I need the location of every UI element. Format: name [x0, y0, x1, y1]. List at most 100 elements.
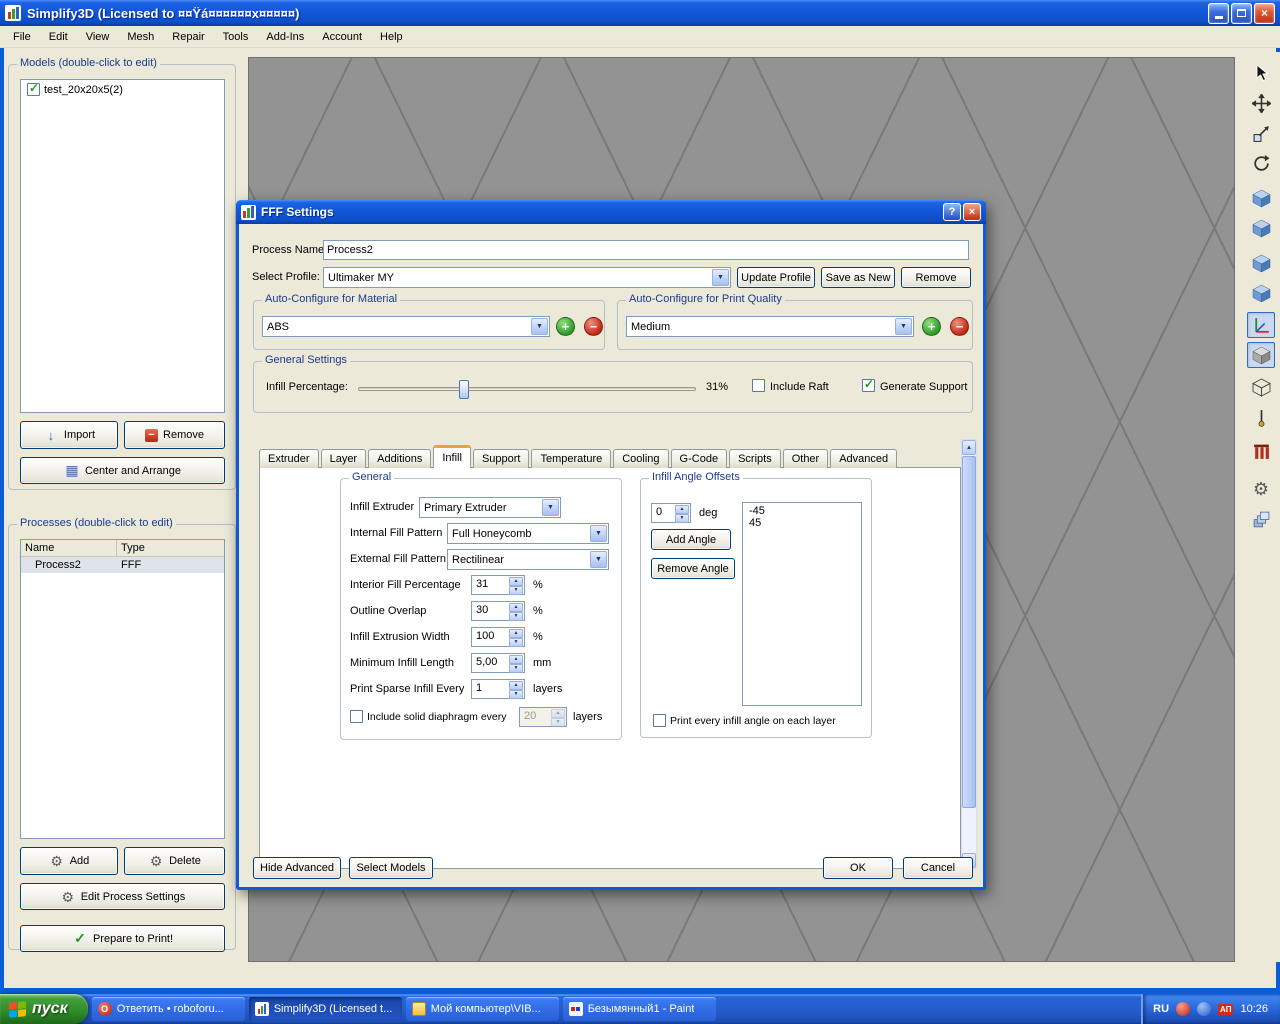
internal-fill-pattern-select[interactable]: Full Honeycomb ▼ [447, 523, 609, 544]
view-side-cube-icon[interactable] [1247, 280, 1275, 306]
rotate-icon[interactable] [1247, 150, 1275, 176]
spin-up-icon[interactable]: ▲ [675, 505, 689, 514]
prepare-to-print-button[interactable]: ✓ Prepare to Print! [20, 925, 225, 952]
process-row[interactable]: Process2 FFF [21, 557, 224, 573]
remove-material-button[interactable]: − [584, 317, 603, 336]
model-checkbox[interactable] [27, 81, 40, 96]
clock[interactable]: 10:26 [1240, 1003, 1268, 1015]
taskbar-item-simplify3d[interactable]: Simplify3D (Licensed t... [248, 997, 402, 1021]
spin-down-icon[interactable]: ▼ [509, 586, 523, 595]
tab-additions[interactable]: Additions [368, 449, 432, 468]
taskbar-item-browser[interactable]: O Ответить • roboforu... [91, 997, 245, 1021]
machine-settings-gear-icon[interactable]: ⚙ [1247, 476, 1275, 502]
angle-list[interactable]: -45 45 [742, 502, 862, 706]
menu-addins[interactable]: Add-Ins [257, 28, 313, 46]
per-layer-angle-checkbox[interactable] [653, 714, 666, 727]
spin-down-icon[interactable]: ▼ [509, 690, 523, 699]
chevron-down-icon[interactable]: ▼ [895, 318, 912, 335]
scroll-up-icon[interactable]: ▲ [962, 440, 976, 455]
wireframe-view-icon[interactable] [1247, 374, 1275, 400]
tab-advanced[interactable]: Advanced [830, 449, 898, 468]
remove-angle-button[interactable]: Remove Angle [651, 558, 735, 579]
tab-cooling[interactable]: Cooling [613, 449, 669, 468]
tab-layer[interactable]: Layer [320, 449, 367, 468]
minimize-button[interactable] [1208, 2, 1229, 24]
models-list[interactable]: test_20x20x5(2) [20, 79, 225, 413]
language-indicator[interactable]: RU [1153, 1003, 1169, 1015]
ok-button[interactable]: OK [823, 857, 893, 879]
dialog-titlebar[interactable]: FFF Settings ? × [236, 200, 986, 224]
material-select[interactable]: ABS ▼ [262, 316, 550, 337]
spin-up-icon[interactable]: ▲ [509, 577, 523, 586]
generate-support-checkbox[interactable] [862, 377, 875, 392]
processes-table[interactable]: Name Type Process2 FFF [20, 539, 225, 839]
tab-extruder[interactable]: Extruder [259, 449, 319, 468]
translate-icon[interactable] [1247, 90, 1275, 116]
chevron-down-icon[interactable]: ▼ [590, 551, 607, 568]
chevron-down-icon[interactable]: ▼ [590, 525, 607, 542]
angle-list-item[interactable]: 45 [747, 517, 857, 529]
add-material-button[interactable]: + [556, 317, 575, 336]
tab-support[interactable]: Support [472, 449, 530, 468]
tray-icon-blue[interactable] [1197, 1002, 1212, 1016]
import-button[interactable]: ↓ Import [20, 421, 118, 449]
remove-quality-button[interactable]: − [950, 317, 969, 336]
taskbar-item-paint[interactable]: Безымянный1 - Paint [562, 997, 716, 1021]
settings-scrollbar[interactable]: ▲ ▼ [961, 439, 977, 869]
outline-overlap-spinner[interactable]: 30 ▲ ▼ [471, 601, 525, 621]
menu-tools[interactable]: Tools [214, 28, 258, 46]
profile-select[interactable]: Ultimaker MY ▼ [323, 267, 731, 288]
coordinate-axes-icon[interactable] [1247, 312, 1275, 338]
process-name-input[interactable] [323, 240, 969, 260]
update-profile-button[interactable]: Update Profile [737, 267, 815, 288]
remove-model-button[interactable]: − Remove [124, 421, 225, 449]
remove-profile-button[interactable]: Remove [901, 267, 971, 288]
tab-gcode[interactable]: G-Code [670, 449, 728, 468]
spin-up-icon[interactable]: ▲ [509, 603, 523, 612]
scale-icon[interactable] [1247, 120, 1275, 146]
layer-preview-icon[interactable] [1247, 506, 1275, 532]
view-front-cube-icon[interactable] [1247, 250, 1275, 276]
add-quality-button[interactable]: + [922, 317, 941, 336]
spin-down-icon[interactable]: ▼ [509, 638, 523, 647]
spin-up-icon[interactable]: ▲ [509, 681, 523, 690]
spin-down-icon[interactable]: ▼ [675, 514, 689, 523]
add-process-button[interactable]: ⚙ Add [20, 847, 118, 875]
angle-list-item[interactable]: -45 [747, 505, 857, 517]
spin-up-icon[interactable]: ▲ [509, 655, 523, 664]
external-fill-pattern-select[interactable]: Rectilinear ▼ [447, 549, 609, 570]
chevron-down-icon[interactable]: ▼ [531, 318, 548, 335]
start-button[interactable]: пуск [0, 994, 88, 1024]
tab-infill[interactable]: Infill [433, 445, 471, 468]
menu-account[interactable]: Account [313, 28, 371, 46]
dialog-help-button[interactable]: ? [943, 203, 961, 221]
tab-other[interactable]: Other [782, 449, 829, 468]
maximize-button[interactable] [1231, 2, 1252, 24]
select-cursor-icon[interactable] [1247, 60, 1275, 86]
tab-temperature[interactable]: Temperature [531, 449, 612, 468]
model-list-item[interactable]: test_20x20x5(2) [21, 80, 224, 96]
view-default-cube-icon[interactable] [1247, 185, 1275, 211]
close-button[interactable]: × [1254, 2, 1275, 24]
angle-spinner[interactable]: 0 ▲ ▼ [651, 503, 691, 523]
spin-up-icon[interactable]: ▲ [509, 629, 523, 638]
print-sparse-infill-spinner[interactable]: 1 ▲ ▼ [471, 679, 525, 699]
col-header-type[interactable]: Type [117, 540, 224, 556]
support-structures-icon[interactable] [1247, 438, 1275, 464]
menu-mesh[interactable]: Mesh [118, 28, 163, 46]
menu-repair[interactable]: Repair [163, 28, 213, 46]
center-arrange-button[interactable]: ▦ Center and Arrange [20, 457, 225, 484]
tab-scripts[interactable]: Scripts [729, 449, 781, 468]
quality-select[interactable]: Medium ▼ [626, 316, 914, 337]
minimum-infill-length-spinner[interactable]: 5,00 ▲ ▼ [471, 653, 525, 673]
select-models-button[interactable]: Select Models [349, 857, 433, 879]
add-angle-button[interactable]: Add Angle [651, 529, 731, 550]
menu-file[interactable]: File [4, 28, 40, 46]
chevron-down-icon[interactable]: ▼ [712, 269, 729, 286]
hide-advanced-button[interactable]: Hide Advanced [253, 857, 341, 879]
solid-view-icon[interactable] [1247, 342, 1275, 368]
diaphragm-checkbox[interactable] [350, 710, 363, 723]
menu-view[interactable]: View [77, 28, 119, 46]
infill-extrusion-width-spinner[interactable]: 100 ▲ ▼ [471, 627, 525, 647]
tray-icon-red[interactable] [1176, 1002, 1191, 1016]
